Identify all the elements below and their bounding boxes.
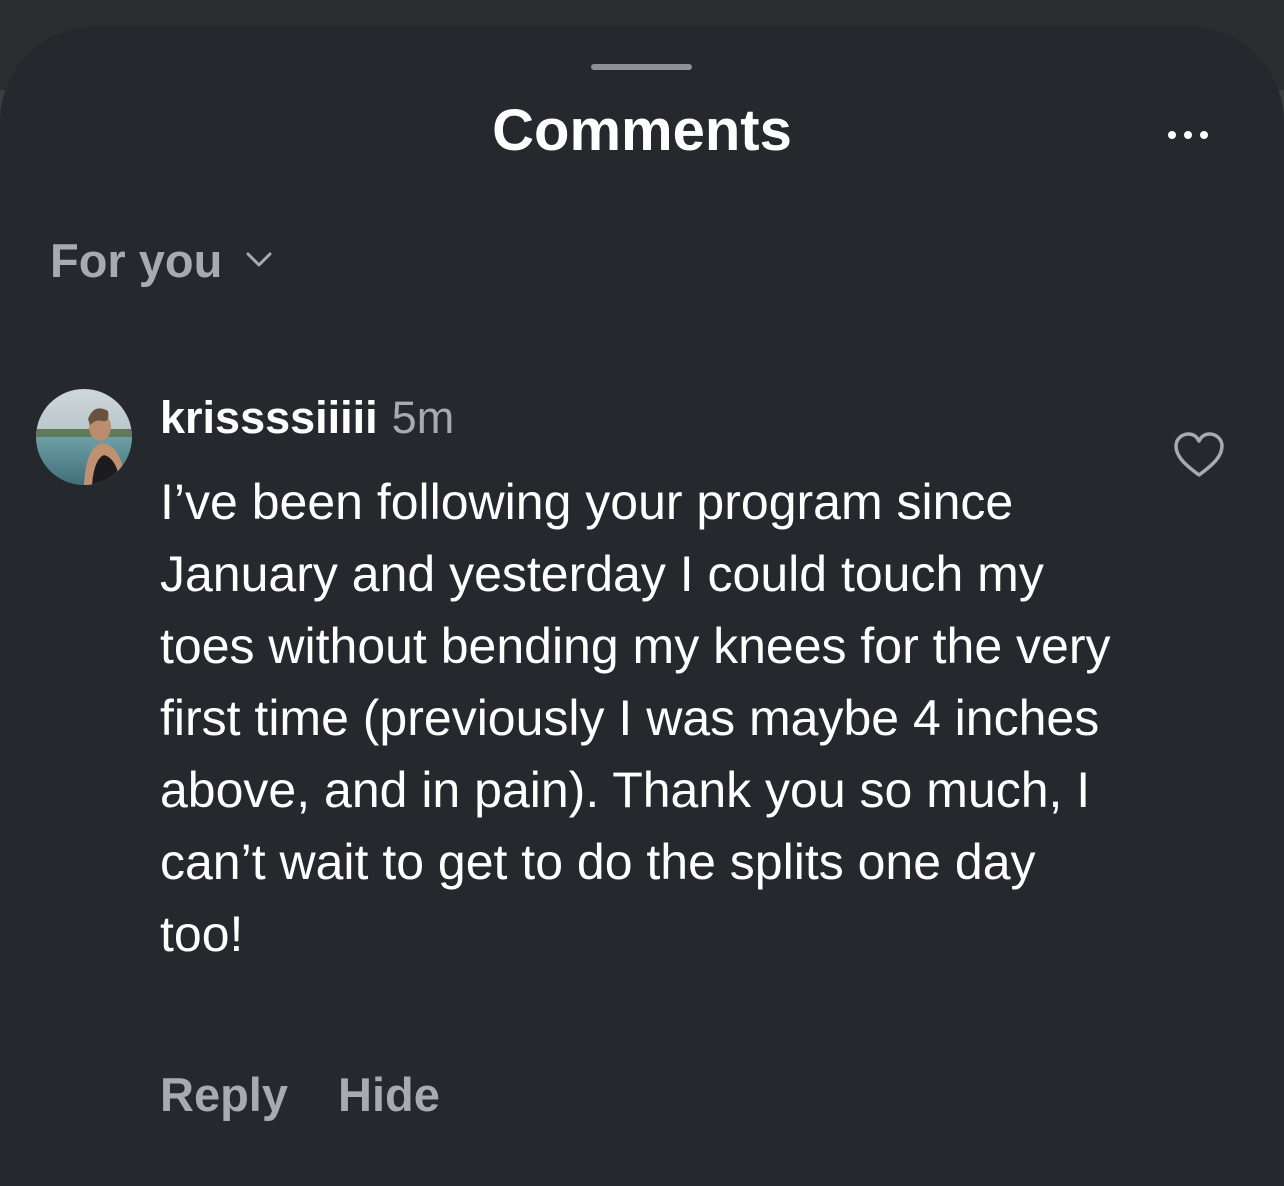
avatar[interactable] — [36, 389, 132, 485]
comment-actions: Reply Hide — [160, 1062, 440, 1126]
ellipsis-icon — [1168, 131, 1176, 139]
comment-header: krissssiiiii 5m — [160, 392, 454, 450]
comments-sheet: Comments For you krissssiiiii 5m I’ve be… — [0, 26, 1284, 1186]
sort-label: For you — [50, 233, 223, 287]
sort-dropdown[interactable]: For you — [50, 230, 272, 290]
chevron-down-icon — [246, 252, 272, 268]
reply-button[interactable]: Reply — [160, 1067, 288, 1122]
heart-icon — [1174, 432, 1224, 477]
sheet-title: Comments — [492, 98, 792, 163]
drag-handle[interactable] — [591, 64, 692, 70]
comment-timestamp: 5m — [391, 392, 455, 443]
more-options-button[interactable] — [1156, 121, 1220, 149]
like-button[interactable] — [1172, 431, 1226, 479]
ellipsis-icon-dot — [1200, 131, 1208, 139]
ellipsis-icon-dot — [1184, 131, 1192, 139]
hide-button[interactable]: Hide — [338, 1067, 440, 1122]
comment-username[interactable]: krissssiiiii — [160, 392, 378, 444]
comment-text: I’ve been following your program since J… — [160, 474, 1111, 962]
